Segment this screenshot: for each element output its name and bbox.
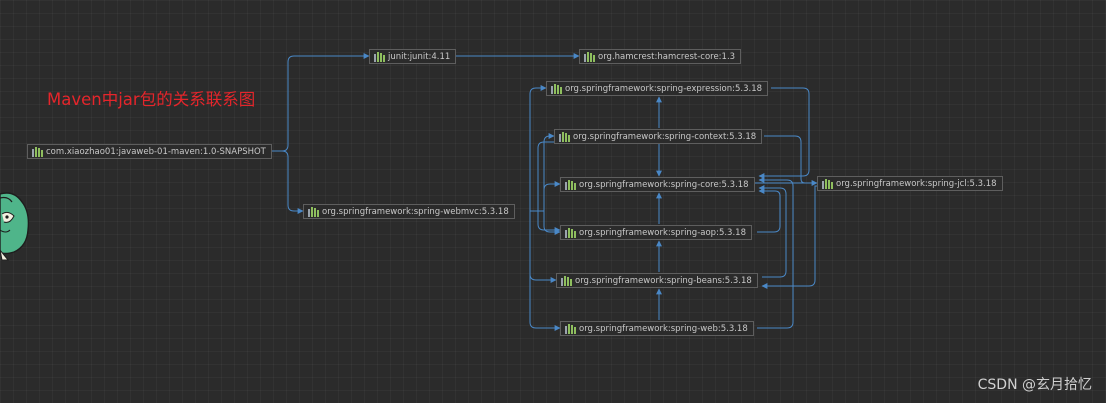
- node-spring-webmvc[interactable]: org.springframework:spring-webmvc:5.3.18: [303, 204, 515, 219]
- node-label: org.springframework:spring-context:5.3.1…: [573, 131, 757, 142]
- diagram-title: Maven中jar包的关系联系图: [47, 90, 256, 109]
- node-spring-context[interactable]: org.springframework:spring-context:5.3.1…: [554, 129, 763, 144]
- library-icon: [308, 206, 319, 217]
- node-spring-web[interactable]: org.springframework:spring-web:5.3.18: [560, 321, 754, 336]
- node-label: org.springframework:spring-expression:5.…: [565, 83, 763, 94]
- node-hamcrest-core[interactable]: org.hamcrest:hamcrest-core:1.3: [579, 49, 742, 64]
- library-icon: [551, 83, 562, 94]
- edge-context-aop: [537, 141, 561, 233]
- edge-webmvc-context: [532, 133, 555, 212]
- node-label: org.springframework:spring-web:5.3.18: [579, 323, 748, 334]
- node-label: org.springframework:spring-jcl:5.3.18: [836, 178, 997, 189]
- node-spring-core[interactable]: org.springframework:spring-core:5.3.18: [560, 177, 755, 192]
- dependency-edges: [272, 53, 818, 331]
- node-label: junit:junit:4.11: [388, 51, 451, 62]
- edge-root-junit: [272, 53, 370, 152]
- node-spring-aop[interactable]: org.springframework:spring-aop:5.3.18: [560, 225, 752, 240]
- mascot-sticker: [0, 192, 30, 261]
- library-icon: [565, 323, 576, 334]
- library-icon: [565, 227, 576, 238]
- node-spring-jcl[interactable]: org.springframework:spring-jcl:5.3.18: [817, 176, 1003, 191]
- node-junit[interactable]: junit:junit:4.11: [369, 49, 457, 64]
- node-label: org.springframework:spring-beans:5.3.18: [575, 275, 752, 286]
- edge-web-core: [757, 177, 794, 329]
- edge-root-webmvc: [272, 150, 304, 214]
- edge-webmvc-web: [529, 210, 561, 331]
- library-icon: [561, 275, 572, 286]
- node-label: org.springframework:spring-webmvc:5.3.18: [322, 206, 509, 217]
- node-label: org.hamcrest:hamcrest-core:1.3: [598, 51, 736, 62]
- library-icon: [374, 51, 385, 62]
- library-icon: [584, 51, 595, 62]
- node-label: com.xiaozhao01:javaweb-01-maven:1.0-SNAP…: [46, 146, 266, 157]
- edge-aop-core-side: [757, 188, 781, 233]
- library-icon: [32, 146, 43, 157]
- edge-webmvc-core: [532, 181, 561, 212]
- csdn-watermark: CSDN @玄月拾忆: [977, 377, 1092, 393]
- edge-webmvc-aop: [532, 210, 561, 235]
- node-label: org.springframework:spring-core:5.3.18: [579, 179, 749, 190]
- edge-webmvc-beans: [529, 210, 557, 283]
- node-root-artifact[interactable]: com.xiaozhao01:javaweb-01-maven:1.0-SNAP…: [27, 144, 272, 159]
- library-icon: [559, 131, 570, 142]
- library-icon: [565, 179, 576, 190]
- edge-jcl-beans: [761, 185, 817, 289]
- node-label: org.springframework:spring-aop:5.3.18: [579, 227, 746, 238]
- node-spring-beans[interactable]: org.springframework:spring-beans:5.3.18: [556, 273, 758, 288]
- node-spring-expression[interactable]: org.springframework:spring-expression:5.…: [546, 81, 769, 96]
- library-icon: [822, 178, 833, 189]
